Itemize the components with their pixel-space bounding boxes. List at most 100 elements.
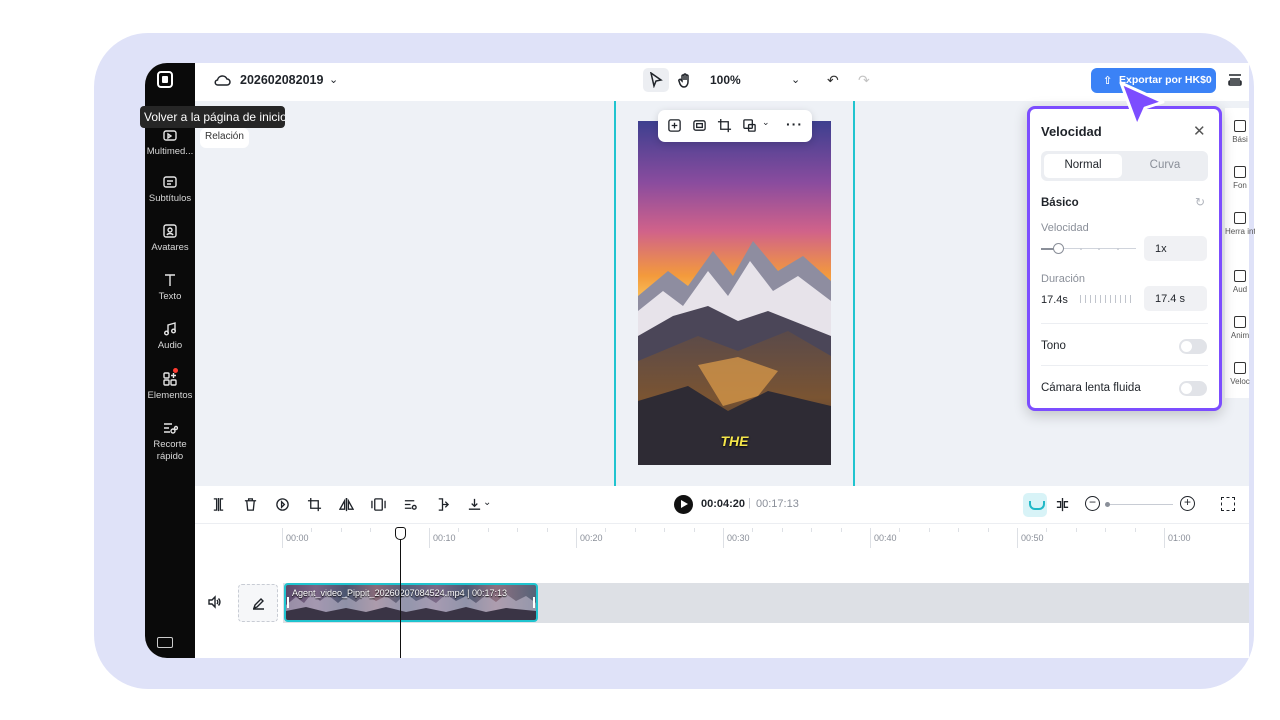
ruler-minor-tick [1046,528,1048,532]
undo-icon[interactable]: ↶ [827,72,839,89]
speed-mode-tabs: Normal Curva [1041,151,1208,181]
image-add-icon[interactable] [667,118,683,134]
zoom-level[interactable]: 100% [710,73,741,87]
cover-edit-button[interactable] [238,584,278,622]
aspect-ratio-label[interactable]: Relación [200,128,249,148]
sidebar-item-elements[interactable]: Elementos [145,371,195,402]
layers-icon[interactable] [1227,71,1243,87]
tab-curve[interactable]: Curva [1125,154,1205,178]
pencil-icon [252,598,264,610]
rail-item-smart-tools[interactable]: Herra intelig [1225,212,1255,236]
timeline-zoom-slider[interactable] [1107,504,1173,505]
panel-title: Velocidad [1041,124,1102,139]
smooth-slowmo-toggle[interactable] [1179,381,1207,396]
timeline-zoom-knob[interactable] [1105,502,1110,507]
ruler-minor-tick [840,528,842,532]
sidebar-item-avatars[interactable]: Avatares [145,223,195,254]
project-name[interactable]: 202602082019 [240,73,323,87]
keyboard-icon[interactable] [157,637,173,648]
delete-icon[interactable] [243,497,259,513]
magic-wand-icon [1234,212,1246,224]
duration-ruler [1080,295,1136,304]
ruler-label: 00:00 [286,533,309,543]
rail-item-animation[interactable]: Anim [1225,316,1255,340]
divider [1041,323,1208,324]
ruler-minor-tick [1134,528,1136,532]
ruler-label: 00:40 [874,533,897,543]
split-icon[interactable] [211,497,227,513]
zoom-out-icon[interactable]: − [1085,496,1100,511]
rail-item-speed[interactable]: Veloc [1225,362,1255,386]
cloud-icon[interactable] [213,72,231,88]
ruler-minor-tick [370,528,372,532]
clip-trim-handle-right[interactable] [533,597,535,608]
tone-toggle[interactable] [1179,339,1207,354]
speed-slider-knob[interactable] [1053,243,1064,254]
sidebar-item-audio[interactable]: Audio [145,321,195,352]
chevron-down-icon[interactable]: ⌄ [483,497,499,513]
current-time: 00:04:20 [701,498,746,510]
freeze-icon[interactable] [371,497,387,513]
rail-item-label: Aud [1232,285,1248,294]
upload-icon: ⇧ [1103,75,1113,87]
playhead[interactable] [400,527,401,658]
right-property-rail: Bási Fon Herra intelig Aud Anim Veloc [1225,108,1255,398]
ruler-label: 01:00 [1168,533,1191,543]
rail-item-label: Fon [1233,181,1247,190]
reset-icon[interactable]: ↻ [1195,195,1205,209]
hand-tool-button[interactable] [672,68,698,92]
fullscreen-icon[interactable] [1221,497,1235,511]
chevron-down-icon[interactable]: ⌄ [329,73,338,86]
video-preview[interactable]: THE [638,121,831,465]
duration-input[interactable]: 17.4 s [1144,286,1207,311]
crop-icon[interactable] [307,497,323,513]
crop-icon[interactable] [717,118,733,134]
chevron-down-icon[interactable]: ⌄ [791,73,800,86]
snap-toggle-button[interactable] [1023,493,1047,517]
replace-icon[interactable] [742,118,758,134]
split-view-icon[interactable] [1055,497,1071,513]
ruler-minor-tick [487,528,489,532]
tab-normal[interactable]: Normal [1044,154,1122,178]
volume-icon[interactable] [207,595,221,609]
sidebar-item-media[interactable]: Multimed... [145,127,195,158]
speed-label: Velocidad [1041,222,1089,234]
rail-item-audio[interactable]: Aud [1225,270,1255,294]
trim-icon[interactable] [435,497,451,513]
sidebar-item-label: Elementos [147,390,193,401]
app-logo-icon[interactable] [157,71,173,88]
close-icon[interactable]: ✕ [1193,122,1206,140]
frame-guide-left [614,101,616,486]
rail-item-label: Bási [1232,135,1248,144]
speed-input[interactable]: 1x [1144,236,1207,261]
download-icon[interactable] [467,497,483,513]
mirror-icon[interactable] [338,497,355,513]
ruler-tick [870,528,871,548]
frame-icon[interactable] [692,118,708,134]
speed-panel: Velocidad ✕ Normal Curva Básico ↻ Veloci… [1027,106,1222,411]
replay-icon[interactable] [275,497,291,513]
adjust-icon[interactable] [403,497,419,513]
video-clip[interactable]: Agent_video_Pippit_20260207084524.mp4 | … [284,583,538,622]
duration-label: Duración [1041,273,1086,285]
more-icon[interactable]: ··· [786,116,803,132]
clip-trim-handle-left[interactable] [287,597,289,608]
timeline[interactable]: 00:00 00:10 00:20 00:30 00:40 00:50 01:00 Agen… [195,524,1249,658]
rail-item-basic[interactable]: Bási [1225,120,1255,144]
section-basic-title: Básico [1041,197,1079,209]
sidebar-item-subtitles[interactable]: Subtítulos [145,174,195,205]
ruler-minor-tick [546,528,548,532]
playhead-handle[interactable] [395,527,406,540]
frame-guide-right [853,101,855,486]
video-caption: THE [720,433,749,449]
zoom-in-icon[interactable]: + [1180,496,1195,511]
rail-item-background[interactable]: Fon [1225,166,1255,190]
sidebar-item-quick-cut[interactable]: Recorte rápido [145,420,195,463]
chevron-down-icon[interactable]: ⌄ [762,117,778,133]
speed-icon [1234,362,1246,374]
clip-name: Agent_video_Pippit_20260207084524.mp4 [292,588,465,598]
sidebar-item-text[interactable]: Texto [145,272,195,303]
play-button[interactable] [674,495,693,514]
select-tool-button[interactable] [643,68,669,92]
redo-icon[interactable]: ↷ [858,72,870,89]
